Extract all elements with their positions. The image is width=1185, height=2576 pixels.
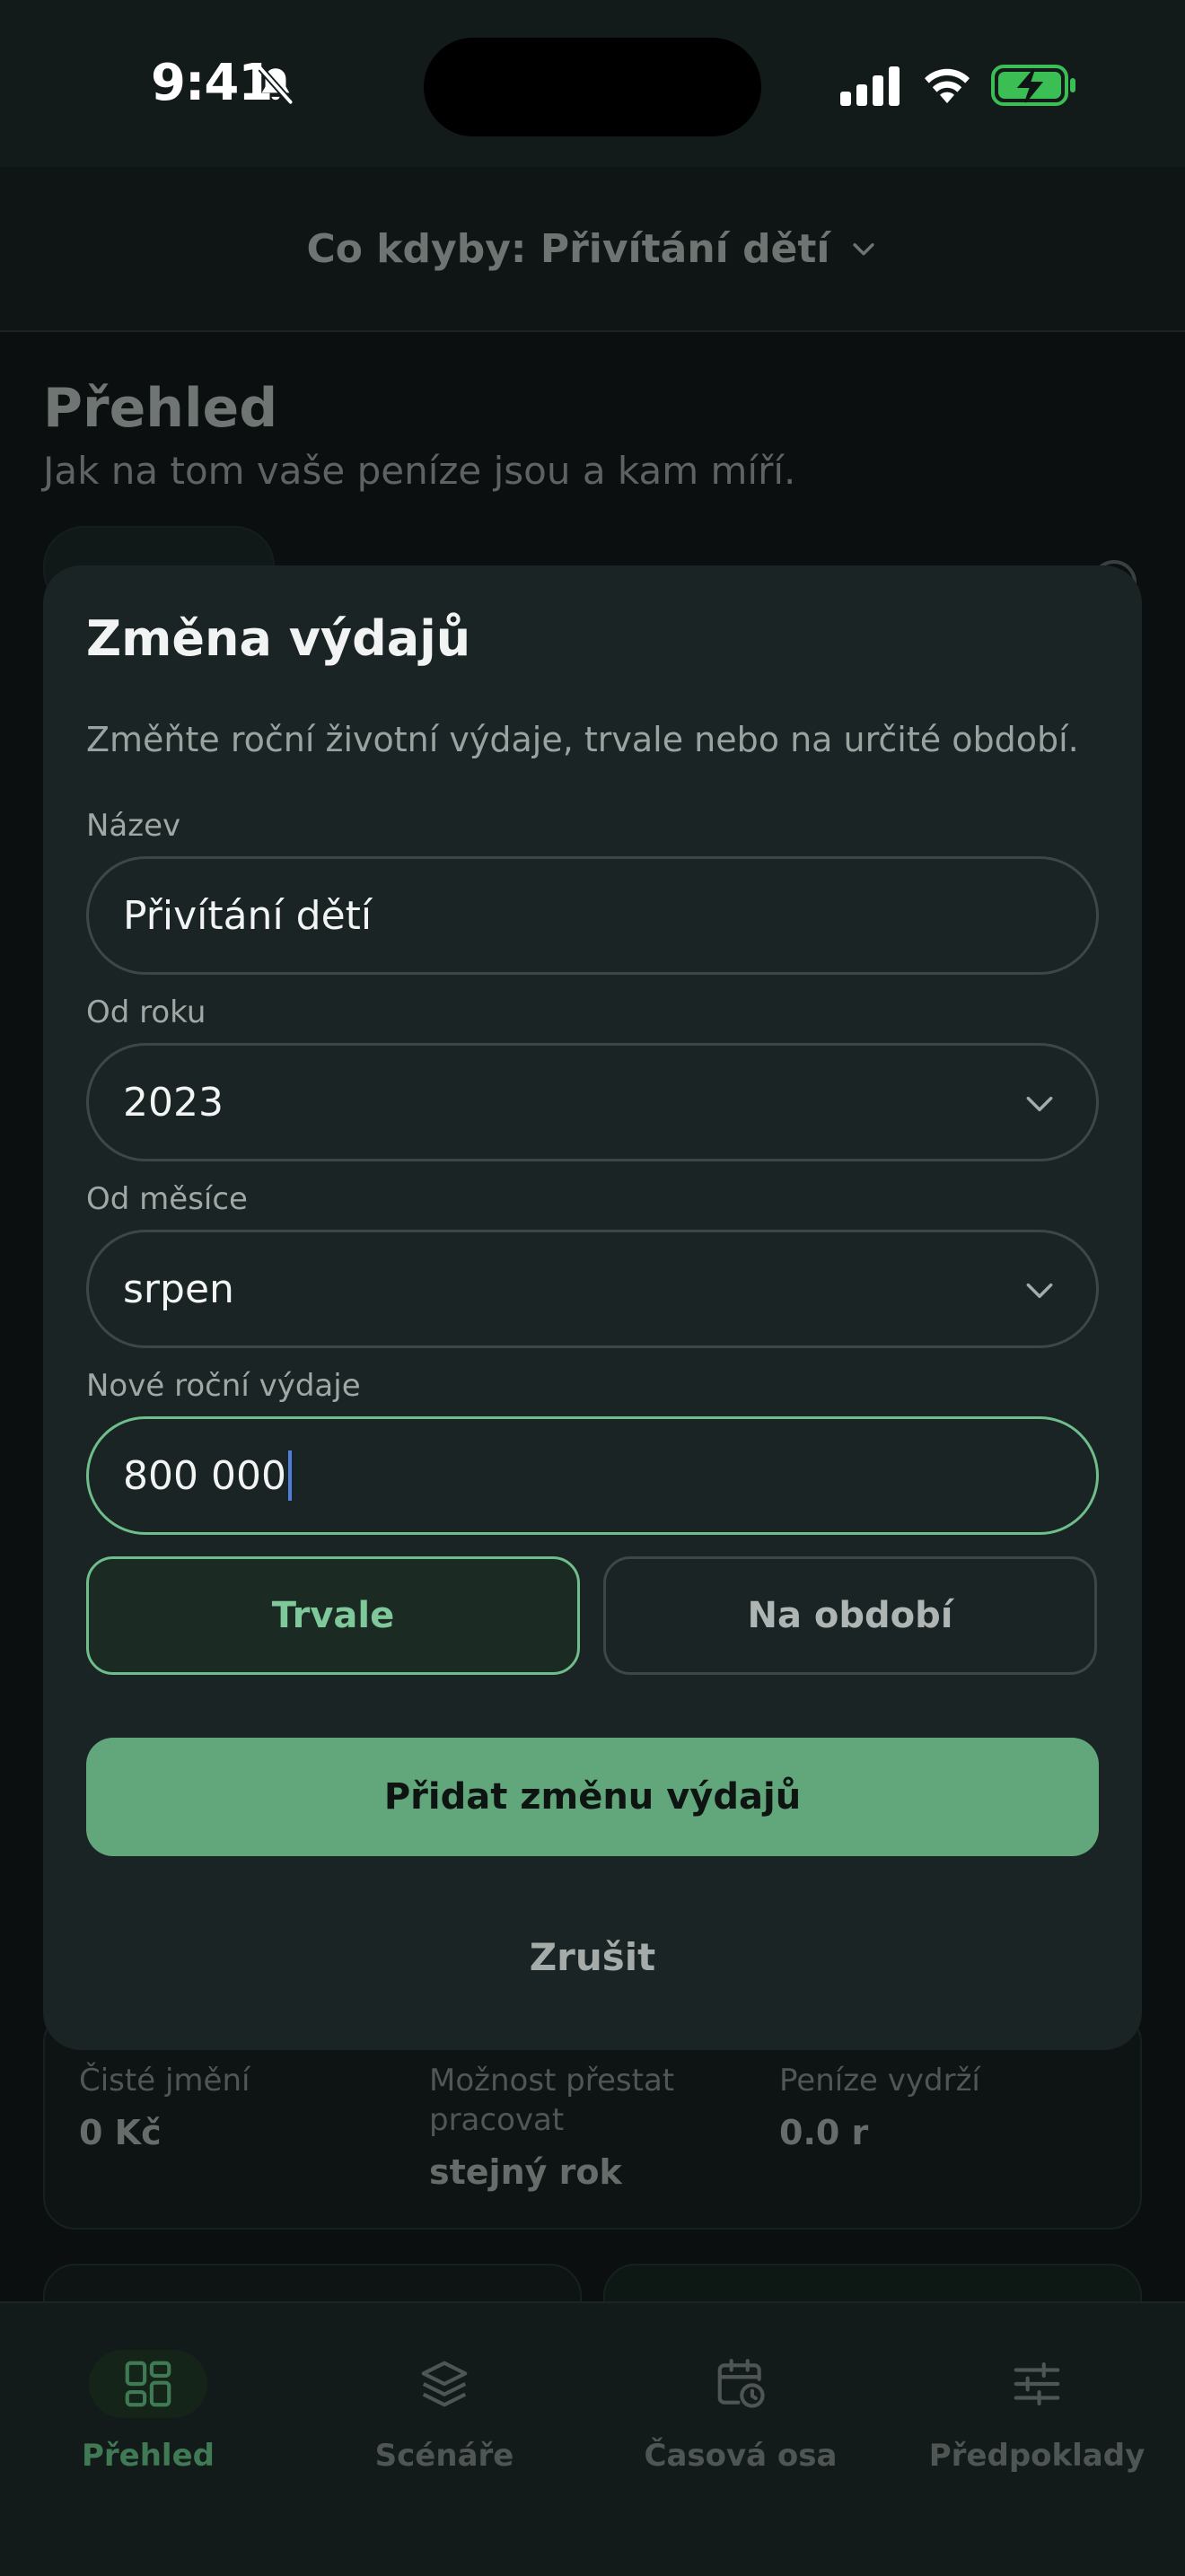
sliders-icon (1014, 2361, 1060, 2406)
text-caret (287, 1450, 292, 1501)
new-expenses-input[interactable]: 800 000 (86, 1416, 1099, 1535)
name-label: Název (86, 808, 181, 844)
add-expense-change-button[interactable]: Přidat změnu výdajů (86, 1738, 1099, 1856)
from-month-value: srpen (123, 1266, 234, 1312)
tab-label: Scénáře (374, 2438, 514, 2474)
tab-assumptions[interactable]: Předpoklady (889, 2350, 1185, 2474)
chevron-down-icon (1026, 1096, 1053, 1112)
stat-money-lasts: Peníze vydrží 0.0 r (779, 2061, 1102, 2152)
from-year-label: Od roku (86, 994, 206, 1030)
tab-label: Předpoklady (928, 2438, 1146, 2474)
grid-icon (125, 2361, 171, 2407)
page-title: Přehled (43, 377, 278, 440)
expense-change-modal: Změna výdajů Změňte roční životní výdaje… (43, 565, 1142, 2050)
dynamic-island (424, 38, 761, 136)
stat-net-worth: Čisté jmění 0 Kč (79, 2061, 402, 2152)
new-expenses-label: Nové roční výdaje (86, 1368, 361, 1404)
duration-period-button[interactable]: Na období (603, 1556, 1097, 1675)
cancel-button[interactable]: Zrušit (86, 1912, 1099, 2002)
tab-label: Přehled (81, 2438, 215, 2474)
modal-description: Změňte roční životní výdaje, trvale nebo… (86, 720, 1079, 759)
tab-overview[interactable]: Přehled (0, 2350, 296, 2474)
from-year-select[interactable]: 2023 (86, 1043, 1099, 1161)
duration-permanent-button[interactable]: Trvale (86, 1556, 580, 1675)
name-value: Přivítání dětí (123, 892, 373, 939)
new-expenses-value: 800 000 (123, 1452, 286, 1499)
from-month-select[interactable]: srpen (86, 1230, 1099, 1348)
status-bar: 9:41 (0, 0, 1185, 167)
stat-value: 0 Kč (79, 2113, 162, 2152)
stat-label: Možnost přestat pracovat (429, 2063, 675, 2138)
tab-timeline[interactable]: Časová osa (592, 2350, 889, 2474)
stat-value: 0.0 r (779, 2113, 869, 2152)
chevron-down-icon (1026, 1283, 1053, 1299)
bell-slash-icon (258, 66, 294, 105)
scenario-title: Co kdyby: Přivítání dětí (306, 225, 830, 272)
battery-charging-icon (991, 65, 1075, 106)
from-year-value: 2023 (123, 1079, 224, 1126)
stat-value: stejný rok (429, 2152, 622, 2192)
scenario-selector[interactable]: Co kdyby: Přivítání dětí (0, 167, 1185, 332)
layers-icon (421, 2361, 468, 2407)
wifi-icon (925, 68, 970, 103)
tab-scenarios[interactable]: Scénáře (296, 2350, 592, 2474)
tab-label: Časová osa (644, 2438, 838, 2474)
page-subtitle: Jak na tom vaše peníze jsou a kam míří. (43, 449, 796, 493)
from-month-label: Od měsíce (86, 1181, 248, 1217)
stat-label: Čisté jmění (79, 2063, 250, 2098)
name-input[interactable]: Přivítání dětí (86, 856, 1099, 975)
modal-title: Změna výdajů (86, 610, 471, 667)
stat-stop-working: Možnost přestat pracovat stejný rok (429, 2061, 725, 2192)
calendar-clock-icon (717, 2359, 765, 2408)
tab-bar: Přehled Scénáře Časová osa Předpoklady (0, 2301, 1185, 2576)
cellular-signal-icon (840, 66, 900, 106)
chevron-down-icon (852, 243, 874, 256)
stat-label: Peníze vydrží (779, 2063, 980, 2098)
